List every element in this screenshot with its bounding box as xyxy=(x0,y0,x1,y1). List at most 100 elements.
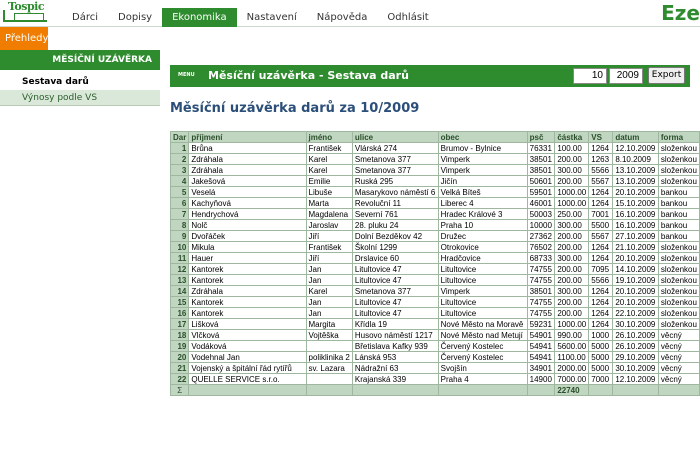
table-row[interactable]: 21 Vojenský a špitální řád rytířů sv. Laza… xyxy=(169,362,700,374)
sum-cell xyxy=(612,384,659,396)
table-cell: 74755 xyxy=(526,263,556,275)
table-row[interactable]: 3 Zdráhala Karel Smetanova 377 Vimperk 38501 3… xyxy=(169,164,700,176)
table-cell: 1000.00 xyxy=(554,186,590,198)
table-row[interactable]: 17 Lišková Margita Křídla 19 Nové Město na M… xyxy=(169,318,700,330)
table-cell: František xyxy=(305,142,353,154)
table-cell: Brumov - Bylnice xyxy=(437,142,528,154)
table-cell: 74755 xyxy=(526,274,556,286)
table-cell: Jičín xyxy=(437,175,528,187)
table-cell: 19 xyxy=(169,340,190,352)
column-header[interactable]: Dar xyxy=(169,131,190,143)
table-cell: 7000.00 xyxy=(554,373,590,385)
table-cell: 5600.00 xyxy=(554,340,590,352)
table-cell: složenkou xyxy=(657,285,700,297)
column-header[interactable]: ulice xyxy=(351,131,439,143)
table-row[interactable]: 8 Nolč Jaroslav 28. pluku 24 Praha 10 10000 30… xyxy=(169,219,700,231)
column-header[interactable]: příjmení xyxy=(188,131,307,143)
table-row[interactable]: 14 Zdráhala Karel Smetanova 377 Vimperk 38501… xyxy=(169,285,700,297)
table-cell: Křídla 19 xyxy=(351,318,439,330)
table-row[interactable]: 18 Vlčková Vojtěška Husovo náměstí 1217 Nové… xyxy=(169,329,700,341)
table-cell: věcný xyxy=(657,373,700,385)
table-row[interactable]: 1 Brůna František Vlárská 274 Brumov - Bylni… xyxy=(169,142,700,154)
table-row[interactable]: 7 Hendrychová Magdalena Severní 761 Hradec K… xyxy=(169,208,700,220)
table-row[interactable]: 11 Hauer Jiří Drslavice 60 Hradčovice 68733 30… xyxy=(169,252,700,264)
tab-help[interactable]: Nápověda xyxy=(307,8,378,27)
tab-logout[interactable]: Odhlásit xyxy=(377,8,438,27)
export-button[interactable]: Export xyxy=(648,67,685,84)
table-cell: 1264 xyxy=(588,142,614,154)
table-row[interactable]: 12 Kantorek Jan Litultovice 47 Litultovice 74… xyxy=(169,263,700,275)
table-cell: 13.10.2009 xyxy=(612,175,659,187)
table-cell: 54941 xyxy=(526,351,556,363)
sidebar-item-revenue-by-vs[interactable]: Výnosy podle VS xyxy=(0,90,160,106)
table-cell: Vlárská 274 xyxy=(351,142,439,154)
table-cell: 7000 xyxy=(588,373,614,385)
table-cell: Zdráhala xyxy=(188,153,307,165)
table-cell: 17 xyxy=(169,318,190,330)
table-row[interactable]: 16 Kantorek Jan Litultovice 47 Litultovice 74… xyxy=(169,307,700,319)
table-row[interactable]: 4 Jakešová Emilie Ruská 295 Jičín 50601 200.00… xyxy=(169,175,700,187)
table-cell: 200.00 xyxy=(554,153,590,165)
column-header[interactable]: částka xyxy=(554,131,590,143)
table-cell: 1100.00 xyxy=(554,351,590,363)
table-cell: 21.10.2009 xyxy=(612,241,659,253)
column-header[interactable]: psč xyxy=(526,131,556,143)
table-cell: 26.10.2009 xyxy=(612,329,659,341)
column-header[interactable]: jméno xyxy=(305,131,353,143)
table-cell: Litultovice xyxy=(437,274,528,286)
table-cell: 74755 xyxy=(526,307,556,319)
table-cell: Družec xyxy=(437,230,528,242)
tab-letters[interactable]: Dopisy xyxy=(108,8,162,27)
table-cell: 2 xyxy=(169,153,190,165)
column-header[interactable]: datum xyxy=(612,131,659,143)
table-cell: 20.10.2009 xyxy=(612,252,659,264)
table-cell: Marta xyxy=(305,197,353,209)
app-logo[interactable]: Tospic xyxy=(0,0,56,27)
table-cell: Hendrychová xyxy=(188,208,307,220)
table-row[interactable]: 2 Zdráhala Karel Smetanova 377 Vimperk 38501 2… xyxy=(169,153,700,165)
table-row[interactable]: 13 Kantorek Jan Litultovice 47 Litultovice 74… xyxy=(169,274,700,286)
table-cell: Otrokovice xyxy=(437,241,528,253)
column-header[interactable]: VS xyxy=(588,131,614,143)
table-cell: věcný xyxy=(657,362,700,374)
table-row[interactable]: 20 Vodehnal Jan poliklinika 2 Lánská 953 Čer… xyxy=(169,351,700,363)
table-cell: 5 xyxy=(169,186,190,198)
sidebar-item-donation-report[interactable]: Sestava darů xyxy=(0,74,160,90)
toolbar-title: Měsíční uzávěrka - Sestava darů xyxy=(208,69,409,82)
table-row[interactable]: 5 Veselá Libuše Masarykovo náměstí 6 Velká B… xyxy=(169,186,700,198)
table-cell: Jan xyxy=(305,274,353,286)
table-cell: Praha 4 xyxy=(437,373,528,385)
table-cell: 22.10.2009 xyxy=(612,307,659,319)
table-row[interactable]: 10 Mikula František Školní 1299 Otrokovice 76… xyxy=(169,241,700,253)
year-input[interactable]: 2009 xyxy=(609,68,643,84)
table-cell: Jan xyxy=(305,296,353,308)
table-cell: 14 xyxy=(169,285,190,297)
logo-mark-inner xyxy=(14,13,44,21)
table-body: 1 Brůna František Vlárská 274 Brumov - Bylni… xyxy=(169,142,700,396)
table-cell: Červený Kostelec xyxy=(437,351,528,363)
month-input[interactable]: 10 xyxy=(573,68,607,84)
table-cell: 12.10.2009 xyxy=(612,373,659,385)
sum-cell xyxy=(437,384,528,396)
sum-cell xyxy=(351,384,439,396)
tab-settings[interactable]: Nastavení xyxy=(237,8,307,27)
column-header[interactable]: obec xyxy=(437,131,528,143)
column-header[interactable]: forma xyxy=(657,131,700,143)
table-row[interactable]: 19 Vodáková Břetislava Kafky 939 Červený Ko… xyxy=(169,340,700,352)
table-cell: Masarykovo náměstí 6 xyxy=(351,186,439,198)
overviews-tab[interactable]: Přehledy xyxy=(0,27,48,50)
table-cell: 16.10.2009 xyxy=(612,208,659,220)
table-cell: Vimperk xyxy=(437,153,528,165)
table-cell: Karel xyxy=(305,153,353,165)
table-row[interactable]: 9 Dvořáček Jiří Dolní Bezděkov 42 Družec 2736… xyxy=(169,230,700,242)
table-row[interactable]: 6 Kachyňová Marta Revoluční 11 Liberec 4 4600… xyxy=(169,197,700,209)
table-cell: 74755 xyxy=(526,296,556,308)
tab-economics[interactable]: Ekonomika xyxy=(162,8,237,27)
menu-button[interactable]: MENU xyxy=(178,72,195,78)
tab-donors[interactable]: Dárci xyxy=(62,8,108,27)
table-cell: 1264 xyxy=(588,241,614,253)
table-header-row: Dar příjmení jméno ulice obec psč částka VS datu… xyxy=(169,131,700,143)
table-cell: Brůna xyxy=(188,142,307,154)
table-row[interactable]: 22 QUELLE SERVICE s.r.o. Krajanská 339 Prah… xyxy=(169,373,700,385)
table-row[interactable]: 15 Kantorek Jan Litultovice 47 Litultovice 74… xyxy=(169,296,700,308)
